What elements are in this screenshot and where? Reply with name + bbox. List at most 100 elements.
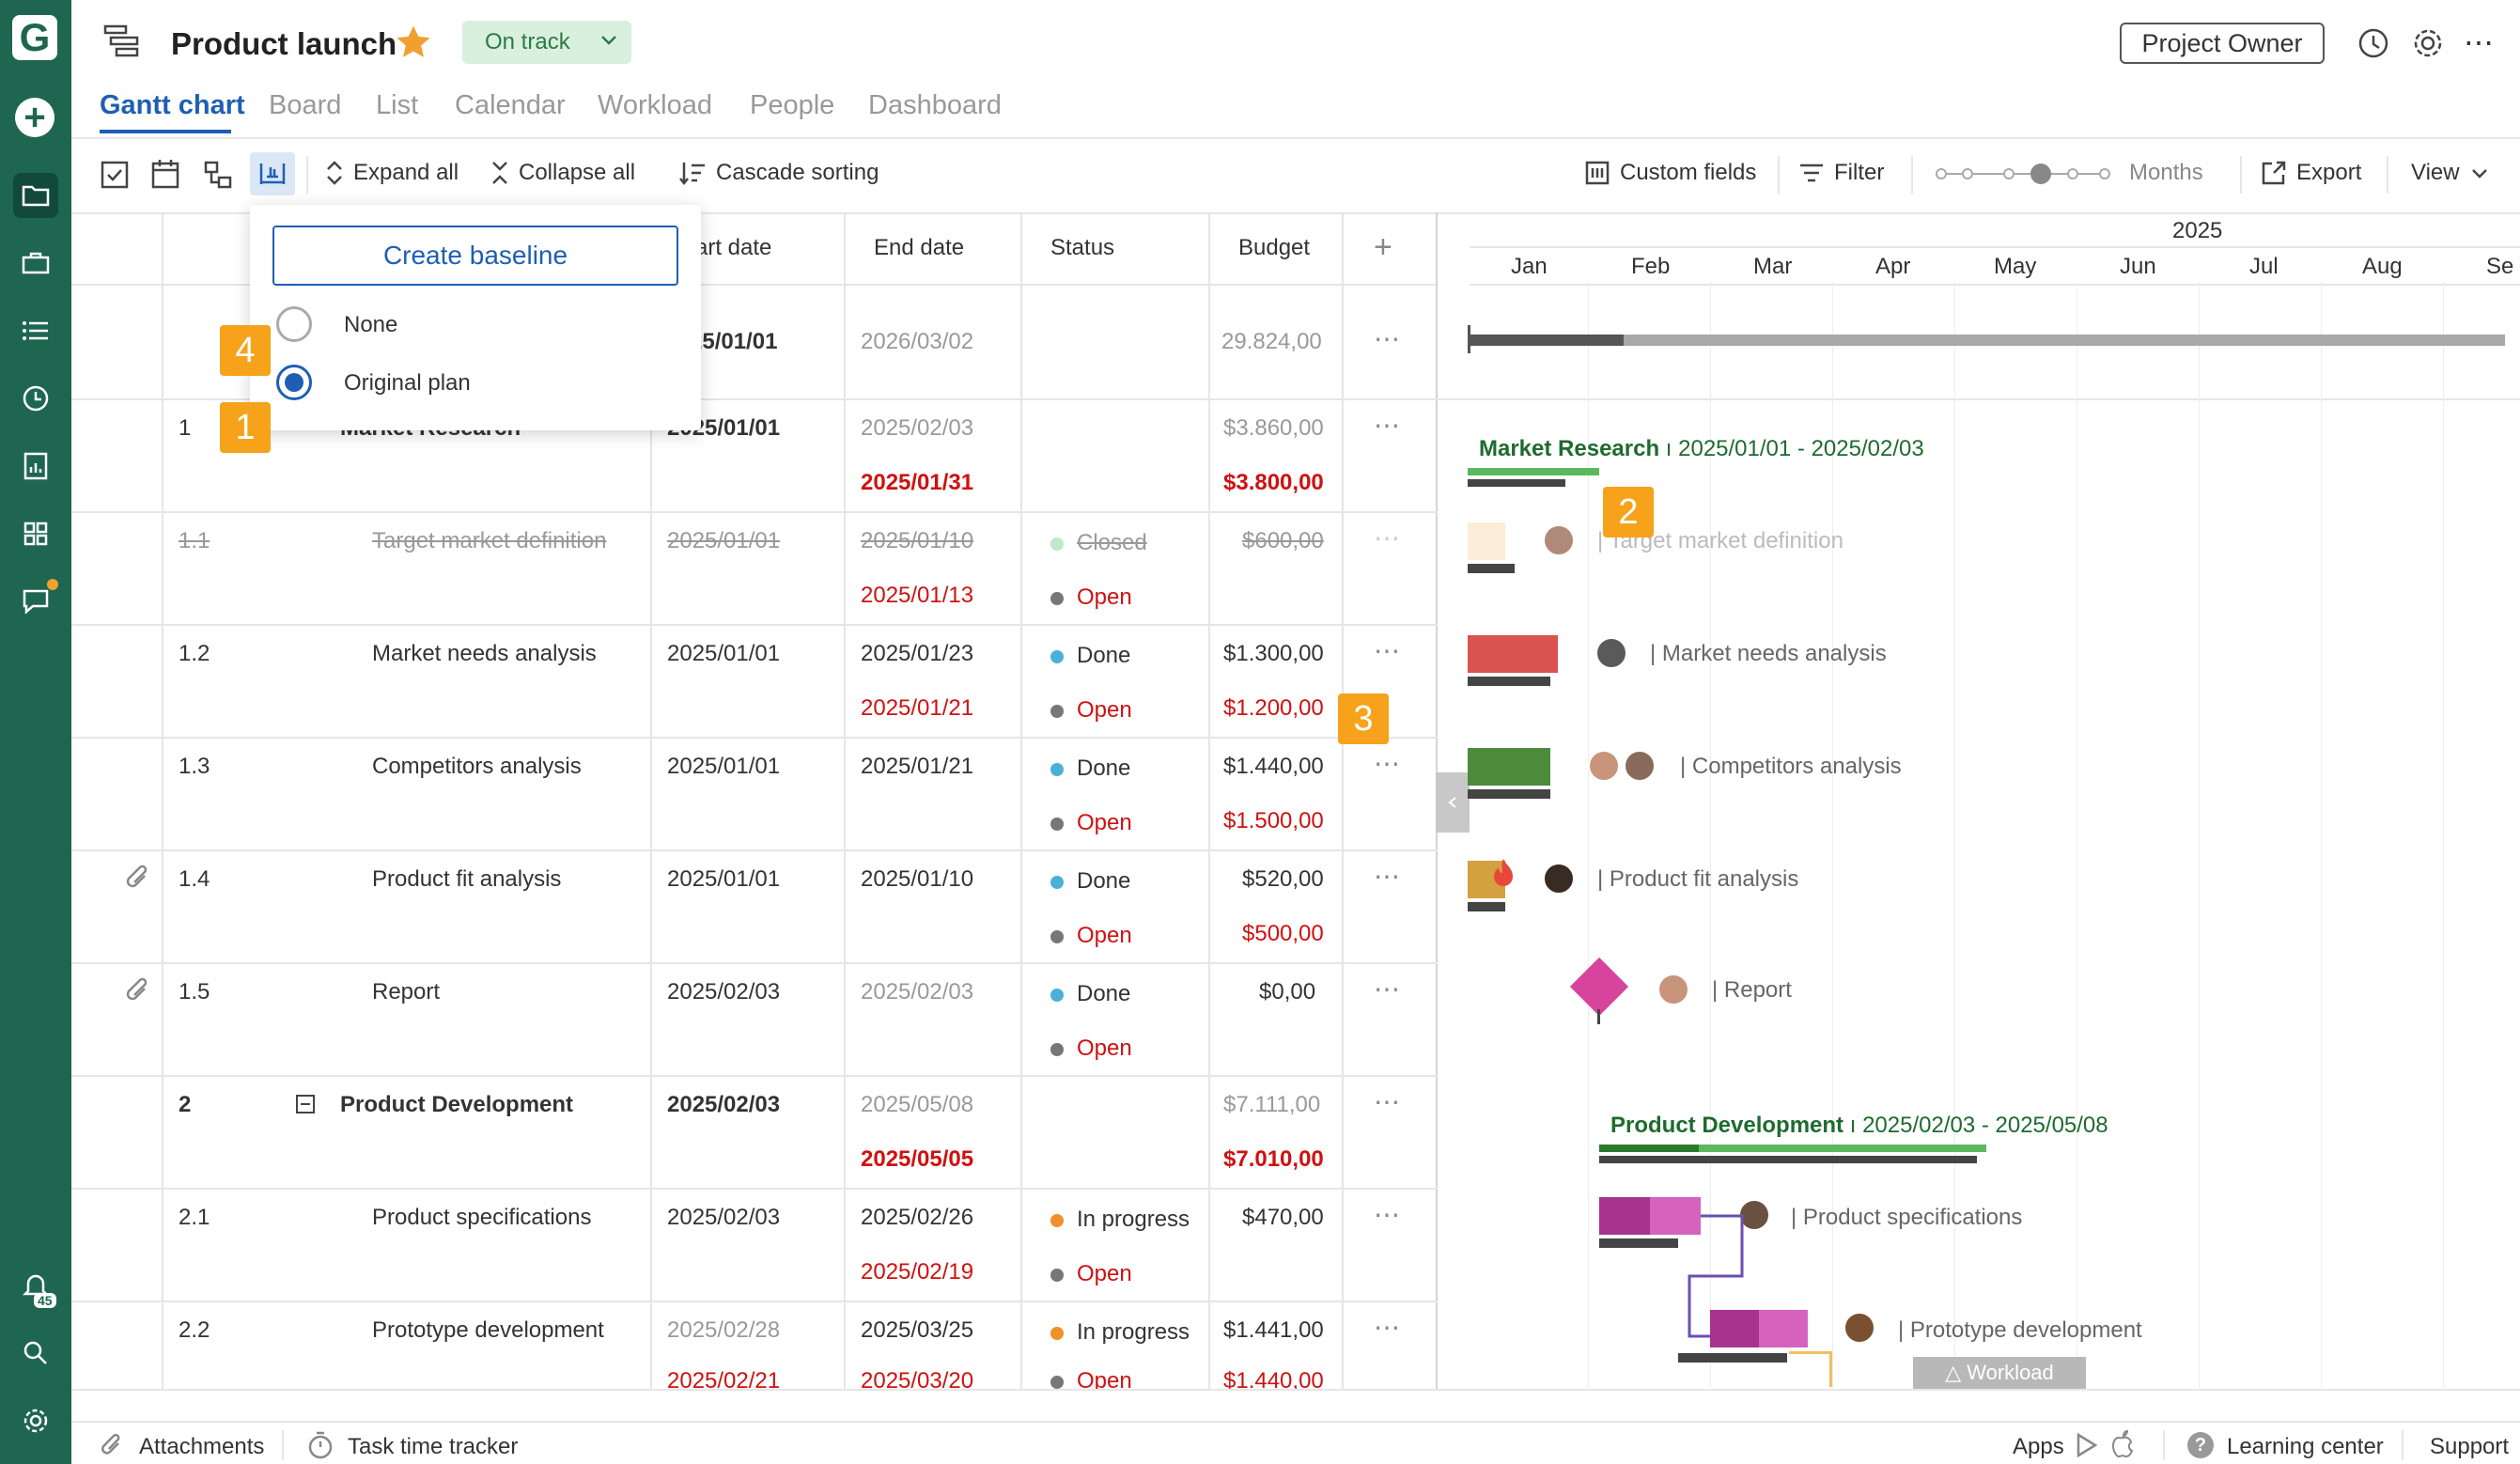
tab-dashboard[interactable]: Dashboard <box>868 90 1002 121</box>
col-header-status[interactable]: Status <box>1050 235 1114 261</box>
col-header-end-date[interactable]: End date <box>874 235 964 261</box>
radio-original-plan[interactable] <box>276 365 312 400</box>
briefcase-icon[interactable] <box>13 241 58 286</box>
collapse-grid-handle[interactable] <box>1436 772 1470 833</box>
attachments-link[interactable]: Attachments <box>139 1434 264 1460</box>
create-baseline-button[interactable]: Create baseline <box>272 226 678 286</box>
summary-product-development[interactable]: Product Development ı 2025/02/03 - 2025/… <box>1610 1113 2108 1139</box>
learning-center-link[interactable]: Learning center <box>2227 1434 2384 1460</box>
workload-panel-tab[interactable]: △ Workload <box>1913 1357 2086 1389</box>
radio-none-label[interactable]: None <box>344 312 397 338</box>
task-status[interactable]: Closed <box>1050 530 1147 556</box>
avatar[interactable] <box>1595 637 1627 669</box>
task-status[interactable]: In progress <box>1050 1207 1190 1233</box>
task-name[interactable]: Prototype development <box>372 1317 604 1344</box>
tab-board[interactable]: Board <box>269 90 341 121</box>
radio-original-plan-label[interactable]: Original plan <box>344 370 471 397</box>
task-bar-target-market[interactable] <box>1468 522 1505 560</box>
tab-people[interactable]: People <box>750 90 834 121</box>
task-name[interactable]: Product specifications <box>372 1205 591 1231</box>
custom-fields-button[interactable]: Custom fields <box>1584 160 1756 186</box>
avatar[interactable] <box>1843 1312 1875 1344</box>
tab-calendar[interactable]: Calendar <box>455 90 566 121</box>
avatar[interactable] <box>1588 750 1620 782</box>
month-gridline <box>2321 282 2322 1391</box>
gear-icon[interactable] <box>2411 26 2445 67</box>
app-logo[interactable]: G <box>12 15 57 60</box>
task-status[interactable]: In progress <box>1050 1319 1190 1346</box>
filter-button[interactable]: Filter <box>1798 160 1884 186</box>
task-name[interactable]: Market needs analysis <box>372 641 597 667</box>
row-more-button[interactable]: ⋯ <box>1374 861 1401 892</box>
apple-icon[interactable] <box>2110 1429 2135 1464</box>
row-more-button[interactable]: ⋯ <box>1374 1199 1401 1230</box>
task-bar-market-needs[interactable] <box>1468 635 1558 673</box>
collapse-all-button[interactable]: Collapse all <box>490 160 635 186</box>
baseline-toggle-button[interactable] <box>250 152 295 195</box>
row-more-button[interactable]: ⋯ <box>1374 323 1401 354</box>
help-icon[interactable]: ? <box>2187 1432 2214 1458</box>
row-more-button[interactable]: ⋯ <box>1374 635 1401 666</box>
view-dropdown[interactable]: View <box>2411 160 2490 186</box>
project-status-dropdown[interactable]: On track <box>462 21 631 64</box>
apps-grid-icon[interactable] <box>13 511 58 556</box>
report-icon[interactable] <box>13 444 58 489</box>
task-name[interactable]: Target market definition <box>372 528 606 554</box>
summary-market-research[interactable]: Market Research ı 2025/01/01 - 2025/02/0… <box>1479 436 1924 462</box>
apps-link[interactable]: Apps <box>2013 1434 2064 1460</box>
history-icon[interactable] <box>2357 26 2390 67</box>
list-icon[interactable] <box>13 308 58 353</box>
project-owner-button[interactable]: Project Owner <box>2120 23 2325 64</box>
star-icon[interactable] <box>395 24 432 67</box>
folder-icon[interactable] <box>13 173 58 218</box>
summary-bar-market-research[interactable] <box>1468 468 1599 475</box>
task-name[interactable]: Product fit analysis <box>372 866 561 893</box>
add-column-button[interactable]: + <box>1374 229 1392 266</box>
export-button[interactable]: Export <box>2261 160 2361 186</box>
task-name[interactable]: Competitors analysis <box>372 754 582 780</box>
checkbox-view-icon[interactable] <box>100 160 130 196</box>
row-more-button[interactable]: ⋯ <box>1374 1312 1401 1343</box>
task-name[interactable]: Product Development <box>340 1092 573 1118</box>
row-more-button[interactable]: ⋯ <box>1374 1086 1401 1117</box>
more-options-icon[interactable]: ⋯ <box>2464 24 2494 60</box>
row-more-button[interactable]: ⋯ <box>1374 522 1401 553</box>
col-header-budget[interactable]: Budget <box>1238 235 1310 261</box>
row-more-button[interactable]: ⋯ <box>1374 748 1401 779</box>
clock-icon[interactable] <box>13 376 58 421</box>
zoom-slider[interactable] <box>1934 162 2112 193</box>
task-status[interactable]: Done <box>1050 868 1130 895</box>
row-more-button[interactable]: ⋯ <box>1374 973 1401 1005</box>
settings-gear-icon[interactable] <box>13 1398 58 1443</box>
expand-all-button[interactable]: Expand all <box>325 160 459 186</box>
month-label: May <box>1994 254 2037 279</box>
tab-list[interactable]: List <box>376 90 418 121</box>
cascade-sorting-button[interactable]: Cascade sorting <box>678 160 879 186</box>
google-play-icon[interactable] <box>2075 1432 2099 1464</box>
milestone-report[interactable] <box>1569 957 1629 1017</box>
tab-workload[interactable]: Workload <box>598 90 712 121</box>
task-time-tracker-link[interactable]: Task time tracker <box>348 1434 518 1460</box>
task-status[interactable]: Done <box>1050 643 1130 669</box>
task-name[interactable]: Report <box>372 979 440 1005</box>
attachment-icon[interactable] <box>124 975 152 1012</box>
avatar[interactable] <box>1543 863 1575 895</box>
tab-gantt-chart[interactable]: Gantt chart <box>100 90 245 121</box>
avatar[interactable] <box>1543 524 1575 556</box>
task-status[interactable]: Done <box>1050 755 1130 782</box>
avatar[interactable] <box>1624 750 1656 782</box>
add-new-button[interactable]: + <box>15 98 54 137</box>
search-icon[interactable] <box>13 1331 58 1376</box>
calendar-icon[interactable] <box>150 158 180 196</box>
callout-badge: 3 <box>1338 693 1389 744</box>
attachment-icon[interactable] <box>124 863 152 899</box>
radio-none[interactable] <box>276 306 312 342</box>
support-link[interactable]: Support <box>2430 1434 2509 1460</box>
row-more-button[interactable]: ⋯ <box>1374 410 1401 441</box>
dependencies-icon[interactable] <box>203 160 233 196</box>
task-status[interactable]: Done <box>1050 981 1130 1007</box>
col-header-start-date[interactable]: art date <box>695 235 771 261</box>
collapse-group-icon[interactable] <box>295 1094 316 1121</box>
task-bar-competitors[interactable] <box>1468 748 1550 786</box>
avatar[interactable] <box>1657 973 1689 1005</box>
